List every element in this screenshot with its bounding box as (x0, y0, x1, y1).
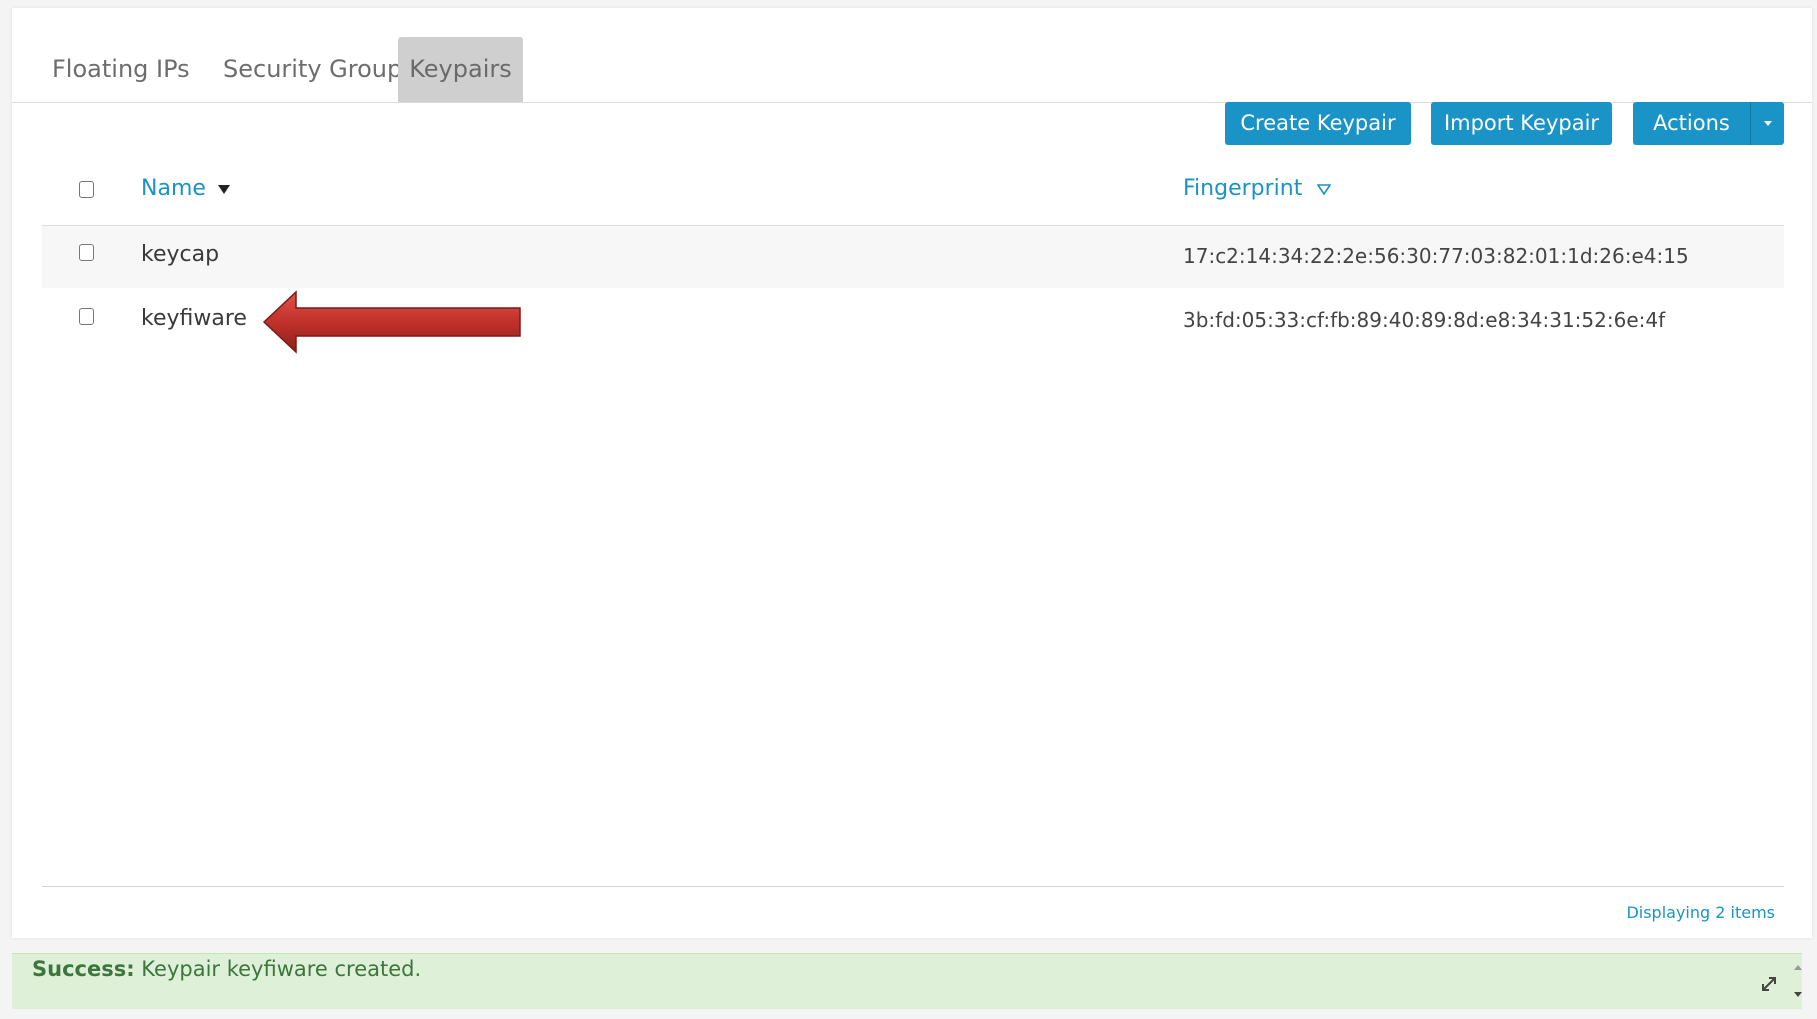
sort-descending-icon (217, 184, 230, 194)
red-arrow-icon (262, 290, 521, 354)
actions-dropdown-toggle[interactable] (1750, 102, 1784, 145)
row-checkbox[interactable] (79, 244, 94, 261)
success-alert: Success: Keypair keyfiware created. (12, 953, 1802, 1009)
keypair-fingerprint: 17:c2:14:34:22:2e:56:30:77:03:82:01:1d:2… (1183, 244, 1689, 268)
name-header-label: Name (141, 176, 206, 201)
alert-message: Success: Keypair keyfiware created. (32, 954, 421, 984)
actions-button[interactable]: Actions (1633, 102, 1750, 145)
resize-icon[interactable] (1755, 962, 1805, 1002)
alert-prefix: Success: (32, 957, 135, 981)
row-checkbox[interactable] (79, 308, 94, 325)
item-count: Displaying 2 items (1626, 903, 1775, 922)
tab-floating-ips[interactable]: Floating IPs (34, 37, 208, 102)
keypair-name: keycap (141, 242, 220, 267)
alert-body: Keypair keyfiware created. (134, 957, 422, 981)
sort-unsorted-icon (1316, 183, 1332, 195)
keypair-name: keyfiware (141, 306, 247, 331)
fingerprint-header-label: Fingerprint (1183, 176, 1303, 201)
tab-keypairs[interactable]: Keypairs (398, 37, 523, 102)
caret-down-icon (1764, 121, 1772, 126)
fingerprint-column-header[interactable]: Fingerprint (1183, 176, 1332, 201)
name-column-header[interactable]: Name (141, 176, 230, 201)
tab-bar: Floating IPs Security Groups Keypairs (12, 37, 1812, 103)
create-keypair-button[interactable]: Create Keypair (1225, 102, 1411, 145)
table-footer-divider (42, 886, 1784, 887)
keypair-fingerprint: 3b:fd:05:33:cf:fb:89:40:89:8d:e8:34:31:5… (1183, 308, 1666, 332)
keypairs-panel (12, 8, 1812, 938)
import-keypair-button[interactable]: Import Keypair (1431, 102, 1612, 145)
select-all-checkbox[interactable] (79, 181, 94, 198)
table-row[interactable]: keycap 17:c2:14:34:22:2e:56:30:77:03:82:… (42, 226, 1784, 288)
